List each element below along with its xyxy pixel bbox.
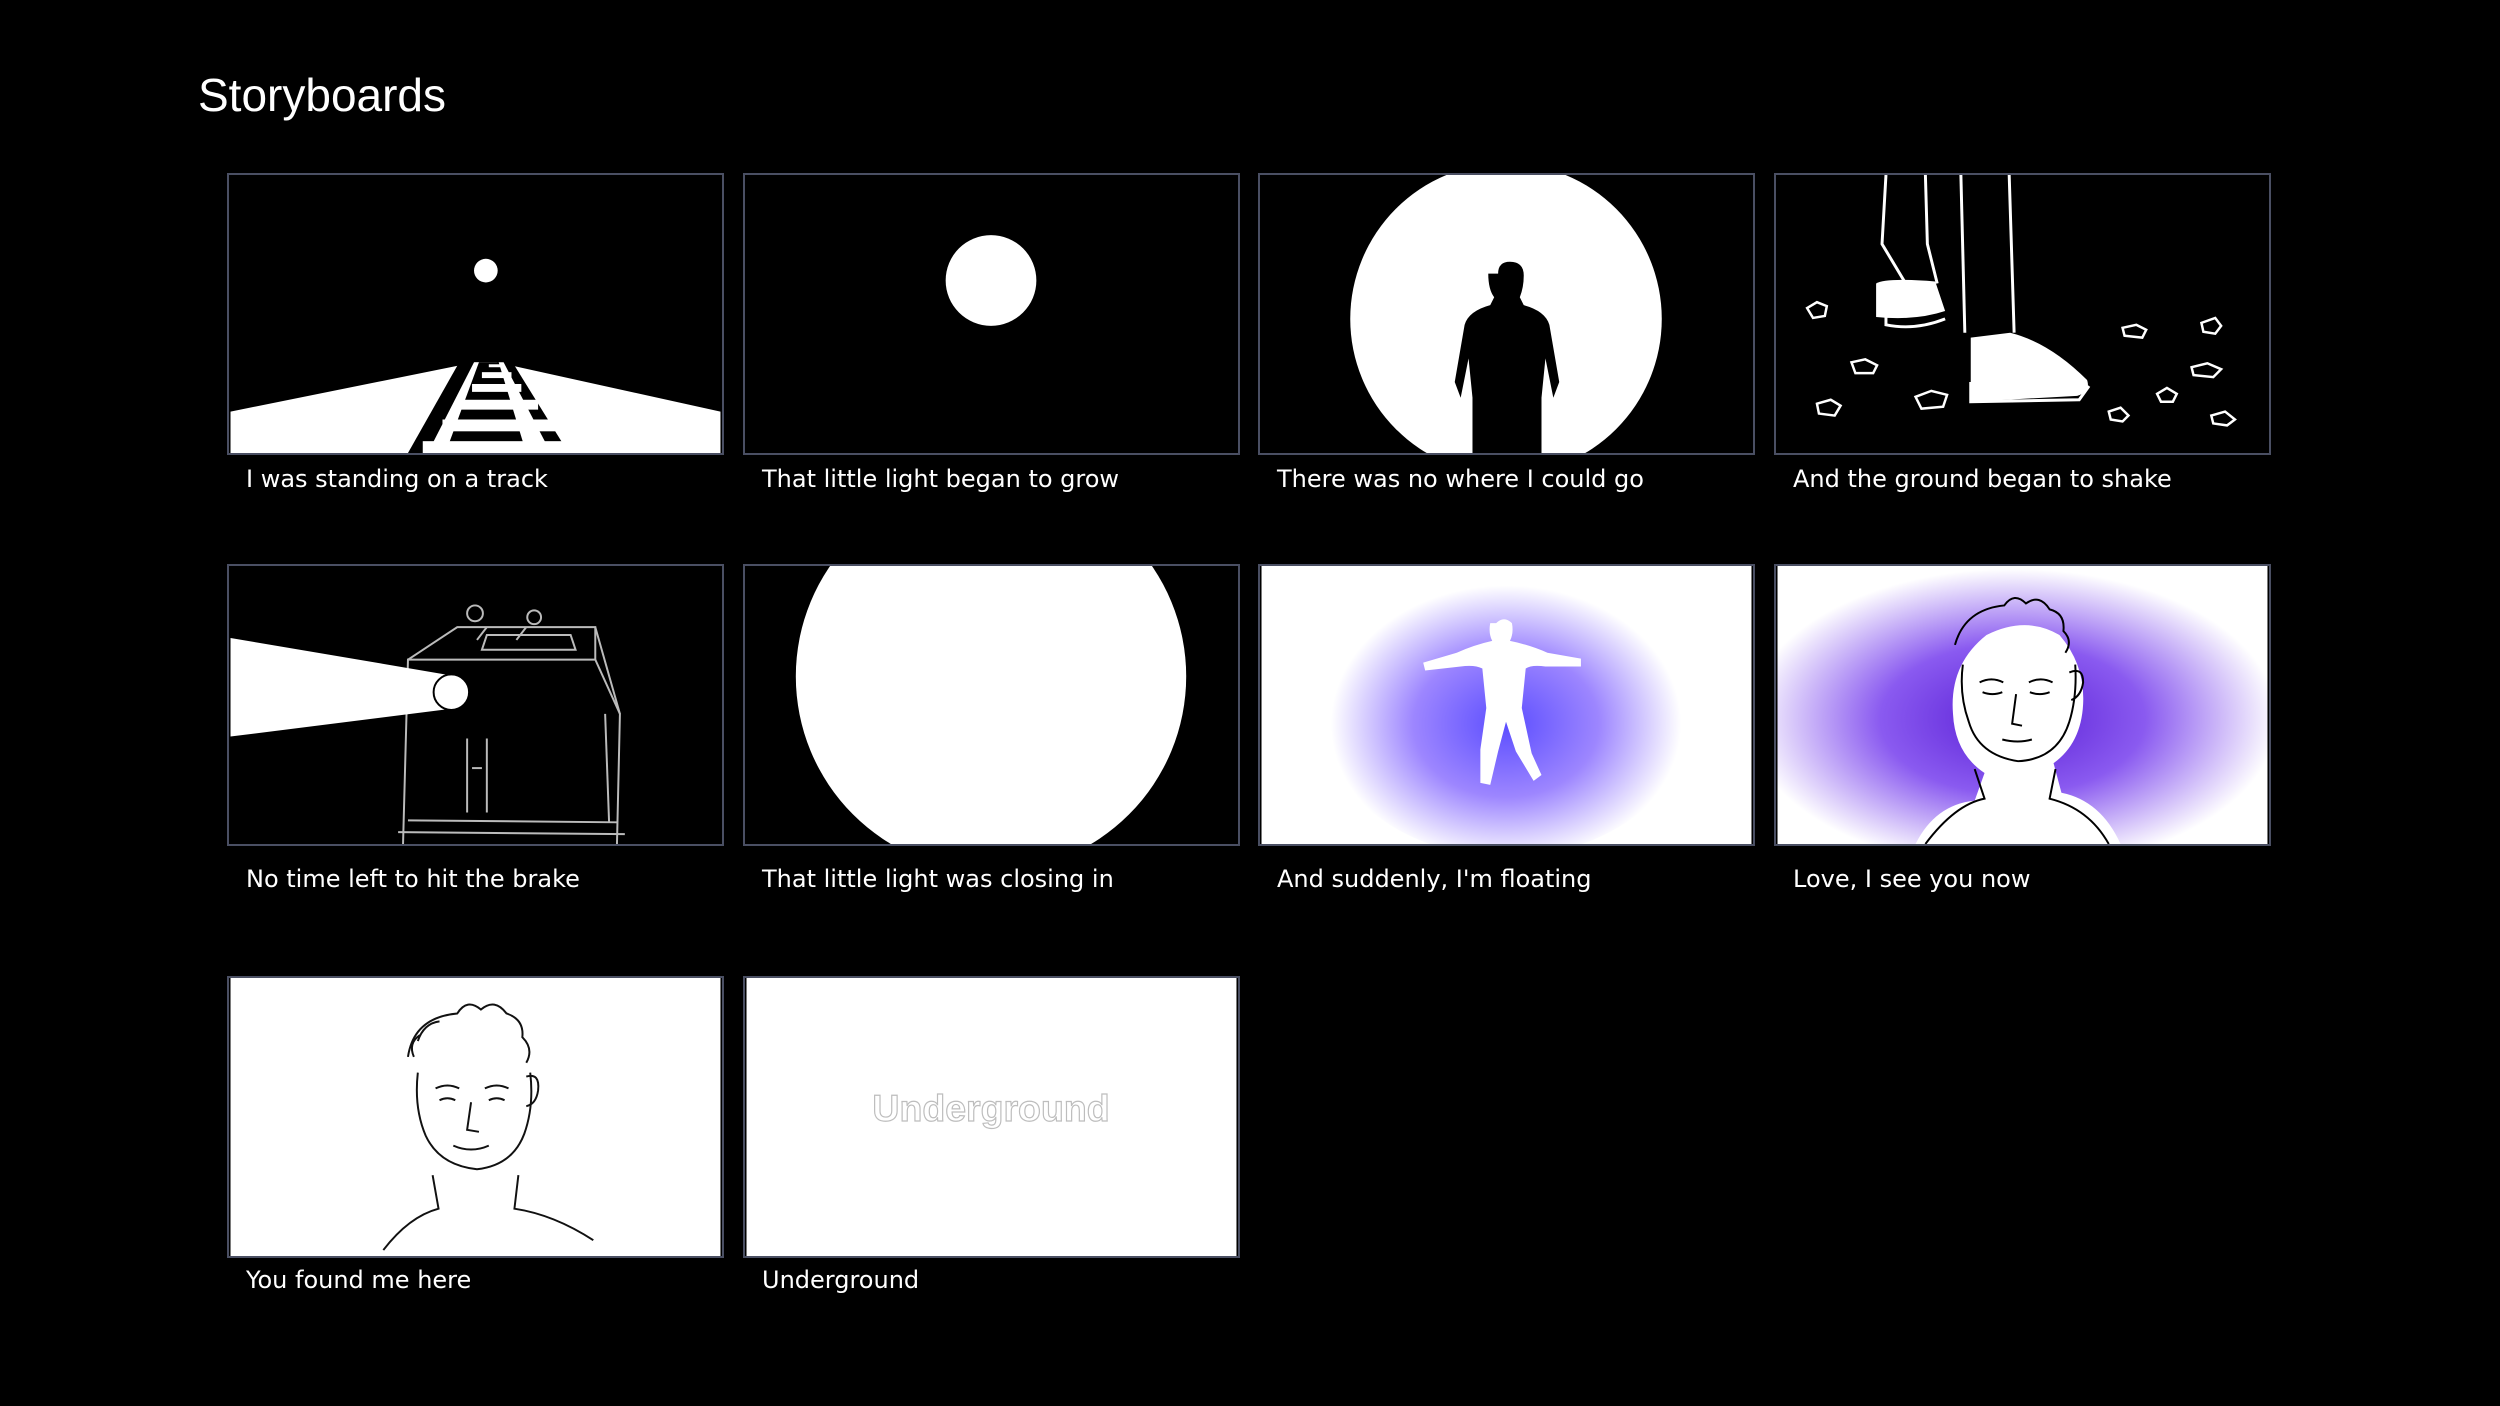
panel-9-illustration [230, 978, 721, 1256]
panel-3-caption: There was no where I could go [1277, 465, 1644, 493]
storyboard-panel-5[interactable] [227, 564, 724, 846]
page-title: Storyboards [198, 69, 447, 121]
panel-7-illustration [1261, 566, 1752, 844]
panel-1-caption: I was standing on a track [246, 465, 548, 493]
storyboard-panel-7[interactable] [1258, 564, 1755, 846]
panel-6-illustration [746, 566, 1237, 844]
panel-10-caption: Underground [762, 1266, 920, 1294]
panel-8-caption: Love, I see you now [1793, 865, 2031, 893]
panel-2-illustration [746, 175, 1237, 453]
storyboard-panel-8[interactable] [1774, 564, 2271, 846]
panel-3-illustration [1261, 175, 1752, 453]
storyboard-panel-9[interactable] [227, 976, 724, 1258]
panel-2-caption: That little light began to grow [762, 465, 1120, 493]
storyboard-panel-6[interactable] [743, 564, 1240, 846]
storyboard-panel-1[interactable] [227, 173, 724, 455]
panel-4-caption: And the ground began to shake [1793, 465, 2172, 493]
storyboard-panel-10[interactable]: Underground [743, 976, 1240, 1258]
panel-10-illustration: Underground [746, 978, 1237, 1256]
panel-7-caption: And suddenly, I'm floating [1277, 865, 1592, 893]
storyboard-panel-3[interactable] [1258, 173, 1755, 455]
panel-5-illustration [230, 566, 721, 844]
panel-6-caption: That little light was closing in [762, 865, 1114, 893]
title-card-text: Underground [872, 1087, 1109, 1129]
panel-5-caption: No time left to hit the brake [246, 865, 580, 893]
panel-1-illustration [230, 175, 721, 453]
panel-4-illustration [1777, 175, 2268, 453]
storyboard-panel-4[interactable] [1774, 173, 2271, 455]
panel-9-caption: You found me here [246, 1266, 472, 1294]
panel-8-illustration [1777, 566, 2268, 844]
storyboard-panel-2[interactable] [743, 173, 1240, 455]
